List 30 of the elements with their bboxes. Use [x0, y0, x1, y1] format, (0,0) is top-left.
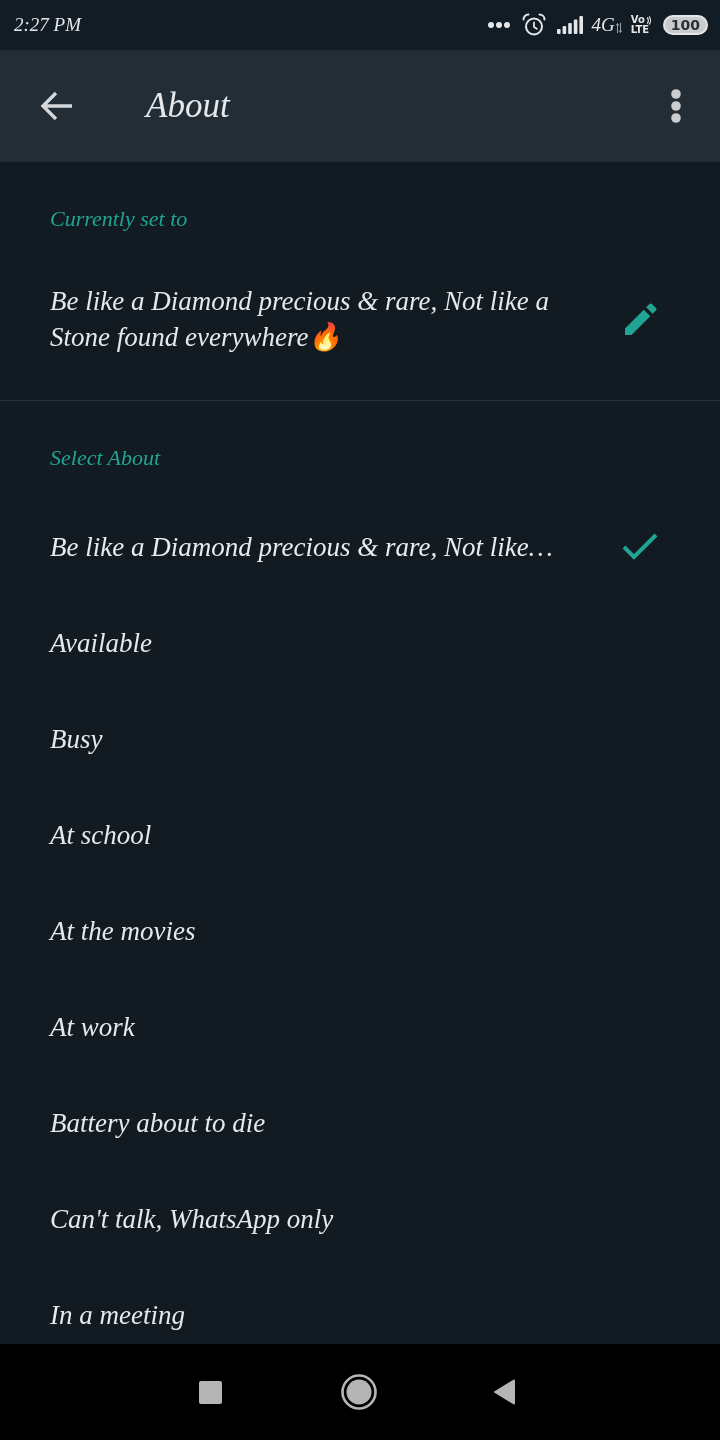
about-option[interactable]: Available — [0, 613, 720, 673]
circle-icon[interactable] — [341, 1374, 377, 1410]
pencil-icon[interactable] — [625, 303, 657, 335]
check-icon — [622, 533, 658, 561]
current-about-text: Be like a Diamond precious & rare, Not like a Stone found everywhere🔥 — [50, 285, 550, 354]
section-heading: Select About — [50, 445, 161, 470]
dots-icon — [488, 22, 511, 28]
status-time: 2:27 PM — [14, 14, 81, 36]
signal-bars-icon — [557, 16, 584, 34]
about-option[interactable]: Battery about to die — [0, 1093, 720, 1153]
about-option[interactable]: Can't talk, WhatsApp only — [0, 1189, 720, 1249]
section-heading: Currently set to — [50, 206, 188, 231]
about-option[interactable]: In a meeting — [0, 1285, 720, 1344]
signal-wave-icon — [645, 15, 651, 25]
about-option[interactable]: Busy — [0, 709, 720, 769]
about-option[interactable]: At school — [0, 805, 720, 865]
alarm-clock-icon — [522, 13, 547, 37]
network-type: 4G — [591, 14, 615, 36]
square-icon[interactable] — [199, 1380, 222, 1404]
triangle-icon[interactable] — [494, 1379, 516, 1405]
screen-title: About — [146, 86, 230, 126]
about-option[interactable]: At the movies — [0, 901, 720, 961]
battery-indicator: 100 — [662, 15, 708, 35]
menu-icon[interactable] — [670, 89, 682, 123]
data-arrows-icon — [615, 23, 622, 33]
lte-text: LTE — [630, 25, 650, 35]
back-arrow-icon[interactable] — [40, 91, 73, 121]
volte-text: Vo — [630, 15, 645, 25]
about-option[interactable]: At work — [0, 997, 720, 1057]
about-option[interactable]: Be like a Diamond precious & rare, Not like… — [0, 517, 720, 577]
